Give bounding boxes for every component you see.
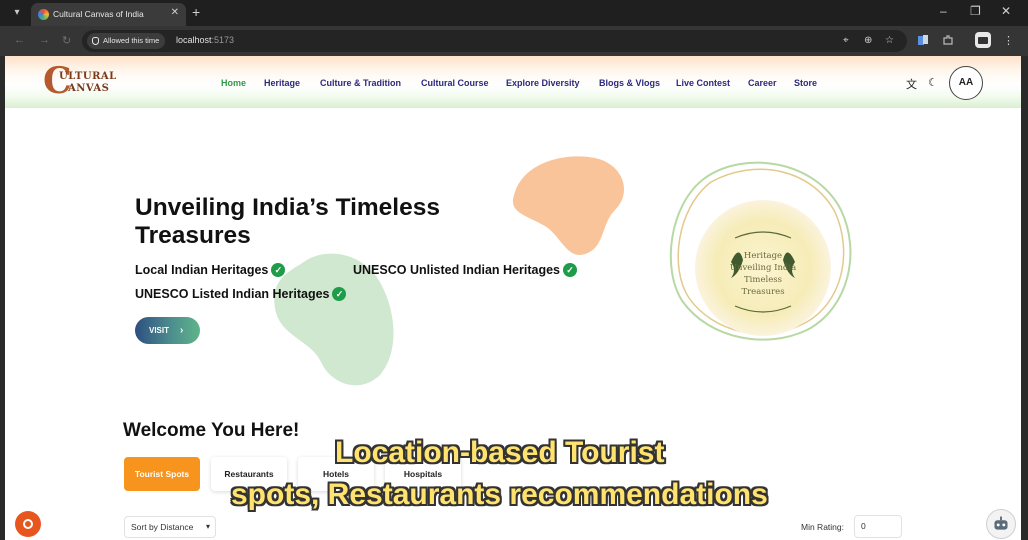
nav-home[interactable]: Home — [221, 78, 246, 88]
hero-item-unesco-unlisted-label: UNESCO Unlisted Indian Heritages — [353, 263, 560, 277]
location-pin-icon — [92, 37, 99, 45]
nav-culture-tradition[interactable]: Culture & Tradition — [320, 78, 401, 88]
screen: ▾ Cultural Canvas of India ✕ + – ❐ ✕ ← →… — [0, 0, 1028, 540]
address-bar[interactable]: Allowed this time localhost:5173 ⌖ ⊕ ☆ — [82, 30, 907, 52]
emblem-line-2: Unveiling India — [730, 263, 796, 273]
browser-toolbar: ← → ↻ Allowed this time localhost:5173 ⌖… — [0, 26, 1028, 56]
reload-icon[interactable]: ↻ — [62, 34, 71, 47]
hero-item-unesco-unlisted: UNESCO Unlisted Indian Heritages ✓ — [353, 263, 577, 277]
extension-icon[interactable] — [917, 34, 929, 46]
check-icon: ✓ — [562, 263, 577, 277]
translate-icon[interactable]: 文 — [906, 76, 917, 92]
tab-search-icon[interactable]: ▾ — [10, 6, 24, 20]
chatbot-icon[interactable] — [986, 509, 1016, 539]
browser-tab[interactable]: Cultural Canvas of India ✕ — [31, 3, 186, 26]
sort-select[interactable]: Sort by Distance ▾ — [124, 516, 216, 538]
nav-live-contest[interactable]: Live Contest — [676, 78, 730, 88]
welcome-title: Welcome You Here! — [123, 420, 300, 441]
user-avatar[interactable]: AA — [949, 66, 983, 100]
tab-title: Cultural Canvas of India — [53, 9, 144, 19]
hero-item-unesco-listed-label: UNESCO Listed Indian Heritages — [135, 287, 330, 301]
restore-button[interactable]: ❐ — [970, 4, 981, 18]
minimize-button[interactable]: – — [940, 4, 947, 18]
chevron-right-icon: › — [180, 325, 184, 336]
emblem-line-4: Treasures — [741, 287, 784, 297]
hero-item-unesco-listed: UNESCO Listed Indian Heritages ✓ — [135, 287, 347, 301]
new-tab-button[interactable]: + — [192, 4, 200, 20]
nav-store[interactable]: Store — [794, 78, 817, 88]
browser-menu-icon[interactable]: ⋮ — [1003, 34, 1014, 47]
back-icon[interactable]: ← — [14, 34, 25, 46]
subtitle-line-2: spots, Restaurants recommendations — [231, 478, 768, 511]
forward-icon[interactable]: → — [39, 34, 50, 46]
nav-heritage[interactable]: Heritage — [264, 78, 300, 88]
profile-icon[interactable] — [975, 32, 991, 48]
nav-career[interactable]: Career — [748, 78, 777, 88]
nav-explore-diversity[interactable]: Explore Diversity — [506, 78, 580, 88]
url-host: localhost — [176, 35, 212, 45]
bookmark-star-icon[interactable]: ☆ — [885, 35, 894, 46]
heritage-emblem: Heritage Unveiling India Timeless Treasu… — [669, 161, 852, 341]
nav-blogs-vlogs[interactable]: Blogs & Vlogs — [599, 78, 660, 88]
subtitle-line-1: Location-based Tourist — [335, 436, 665, 469]
hero-item-local: Local Indian Heritages ✓ — [135, 263, 286, 277]
location-icon[interactable]: ⌖ — [843, 35, 849, 46]
visit-button[interactable]: VISIT › — [135, 317, 200, 344]
browser-tab-strip: ▾ Cultural Canvas of India ✕ + – ❐ ✕ — [0, 0, 1028, 26]
site-header: C ULTURAL ANVAS Home Heritage Culture & … — [5, 56, 1021, 108]
url-port: :5173 — [211, 35, 235, 45]
emblem-line-3: Timeless — [744, 275, 782, 285]
chevron-down-icon: ▾ — [205, 522, 210, 531]
logo-line-1: ULTURAL — [59, 71, 117, 82]
logo-line-2: ANVAS — [68, 83, 110, 94]
filter-tourist-spots[interactable]: Tourist Spots — [124, 457, 200, 491]
dark-mode-moon-icon[interactable]: ☾ — [928, 76, 938, 89]
url-text: localhost:5173 — [176, 35, 234, 45]
check-icon: ✓ — [332, 287, 347, 301]
zoom-icon[interactable]: ⊕ — [864, 35, 872, 46]
permission-chip[interactable]: Allowed this time — [87, 33, 166, 49]
close-window-button[interactable]: ✕ — [1001, 4, 1011, 18]
min-rating-input[interactable]: 0 — [854, 515, 902, 538]
site-logo[interactable]: C ULTURAL ANVAS — [43, 61, 143, 101]
accessibility-button[interactable] — [15, 511, 41, 537]
visit-button-label: VISIT — [149, 326, 170, 335]
nav-cultural-course[interactable]: Cultural Course — [421, 78, 489, 88]
sort-select-value: Sort by Distance — [131, 522, 194, 532]
web-page: C ULTURAL ANVAS Home Heritage Culture & … — [5, 56, 1021, 540]
hero-title: Unveiling India’s Timeless Treasures — [135, 194, 440, 249]
puzzle-extensions-icon[interactable] — [942, 34, 954, 46]
favicon-icon — [38, 9, 49, 20]
permission-chip-label: Allowed this time — [103, 36, 160, 45]
hero-item-local-label: Local Indian Heritages — [135, 263, 269, 277]
check-icon: ✓ — [271, 263, 286, 277]
tab-close-icon[interactable]: ✕ — [171, 7, 179, 18]
min-rating-label: Min Rating: — [801, 522, 844, 532]
emblem-line-1: Heritage — [744, 251, 782, 261]
right-frame — [1021, 56, 1028, 540]
